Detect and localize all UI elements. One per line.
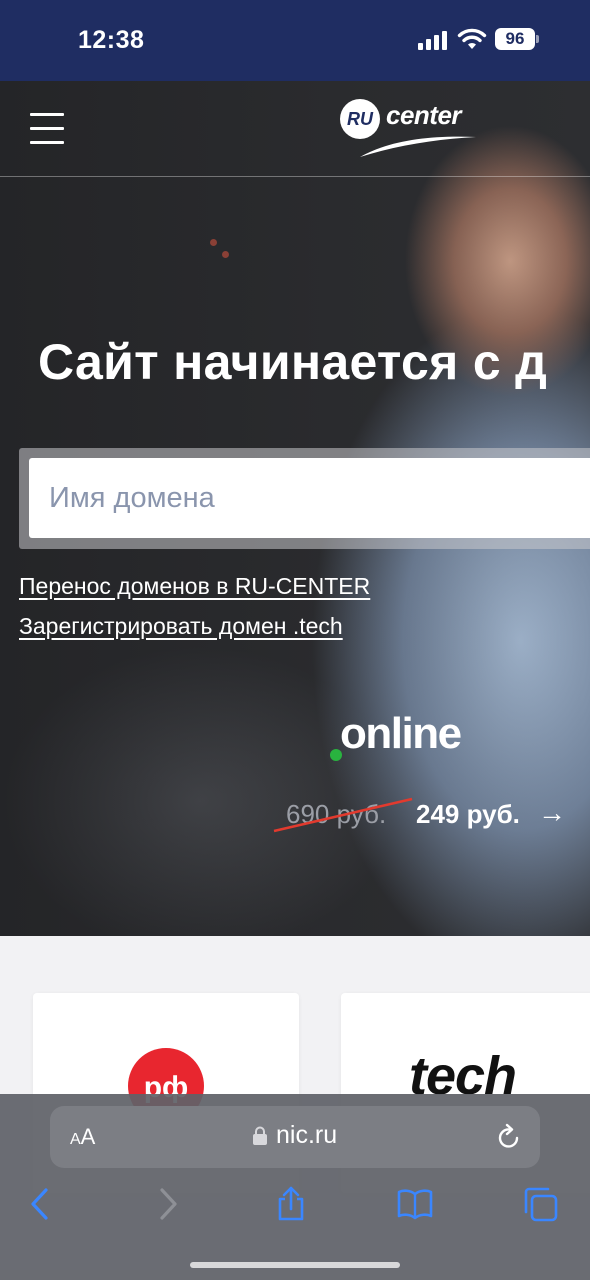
battery-tip bbox=[536, 35, 539, 43]
browser-toolbar: AA nic.ru bbox=[0, 1094, 590, 1280]
logo-wordmark: center bbox=[386, 100, 462, 130]
domain-search-input[interactable] bbox=[29, 458, 590, 538]
url-text[interactable]: nic.ru bbox=[276, 1121, 337, 1150]
status-bar: 12:38 96 bbox=[0, 0, 590, 81]
header-divider bbox=[0, 176, 590, 177]
transfer-domains-link[interactable]: Перенос доменов в RU-CENTER bbox=[19, 573, 370, 600]
cellular-signal-icon bbox=[418, 30, 450, 50]
logo-swoosh-icon bbox=[360, 136, 476, 157]
ru-center-logo[interactable]: RU center bbox=[338, 97, 480, 159]
hero-headline: Сайт начинается с д bbox=[38, 334, 548, 390]
new-price-link[interactable]: 249 руб. bbox=[416, 799, 520, 830]
arrow-right-icon[interactable]: → bbox=[538, 797, 566, 829]
bookmarks-icon[interactable] bbox=[397, 1186, 433, 1222]
aa-small-label: A bbox=[70, 1131, 81, 1148]
status-time: 12:38 bbox=[78, 26, 145, 54]
map-decoration bbox=[210, 239, 217, 246]
reader-settings-button[interactable]: AA bbox=[70, 1124, 95, 1150]
lock-icon bbox=[253, 1126, 267, 1145]
register-tech-domain-link[interactable]: Зарегистрировать домен .tech bbox=[19, 613, 343, 640]
tabs-icon[interactable] bbox=[522, 1186, 558, 1222]
aa-large-label: A bbox=[80, 1124, 96, 1149]
hamburger-menu-button[interactable] bbox=[30, 111, 66, 147]
price-strike-line bbox=[273, 797, 413, 833]
back-icon[interactable] bbox=[22, 1186, 58, 1222]
forward-icon[interactable] bbox=[150, 1186, 186, 1222]
address-bar[interactable]: AA nic.ru bbox=[50, 1106, 540, 1168]
hero-banner: RU center Сайт начинается с д Перенос до… bbox=[0, 81, 590, 936]
home-indicator[interactable] bbox=[190, 1262, 400, 1268]
battery-indicator: 96 bbox=[495, 28, 535, 50]
map-decoration bbox=[222, 251, 229, 258]
share-icon[interactable] bbox=[273, 1186, 309, 1222]
reload-icon[interactable] bbox=[496, 1123, 522, 1151]
promo-zone-name: online bbox=[340, 709, 462, 758]
wifi-icon bbox=[457, 28, 487, 49]
domain-search-box bbox=[19, 448, 590, 549]
screen: 12:38 96 RU center Сайт начинается с д И… bbox=[0, 0, 590, 1280]
